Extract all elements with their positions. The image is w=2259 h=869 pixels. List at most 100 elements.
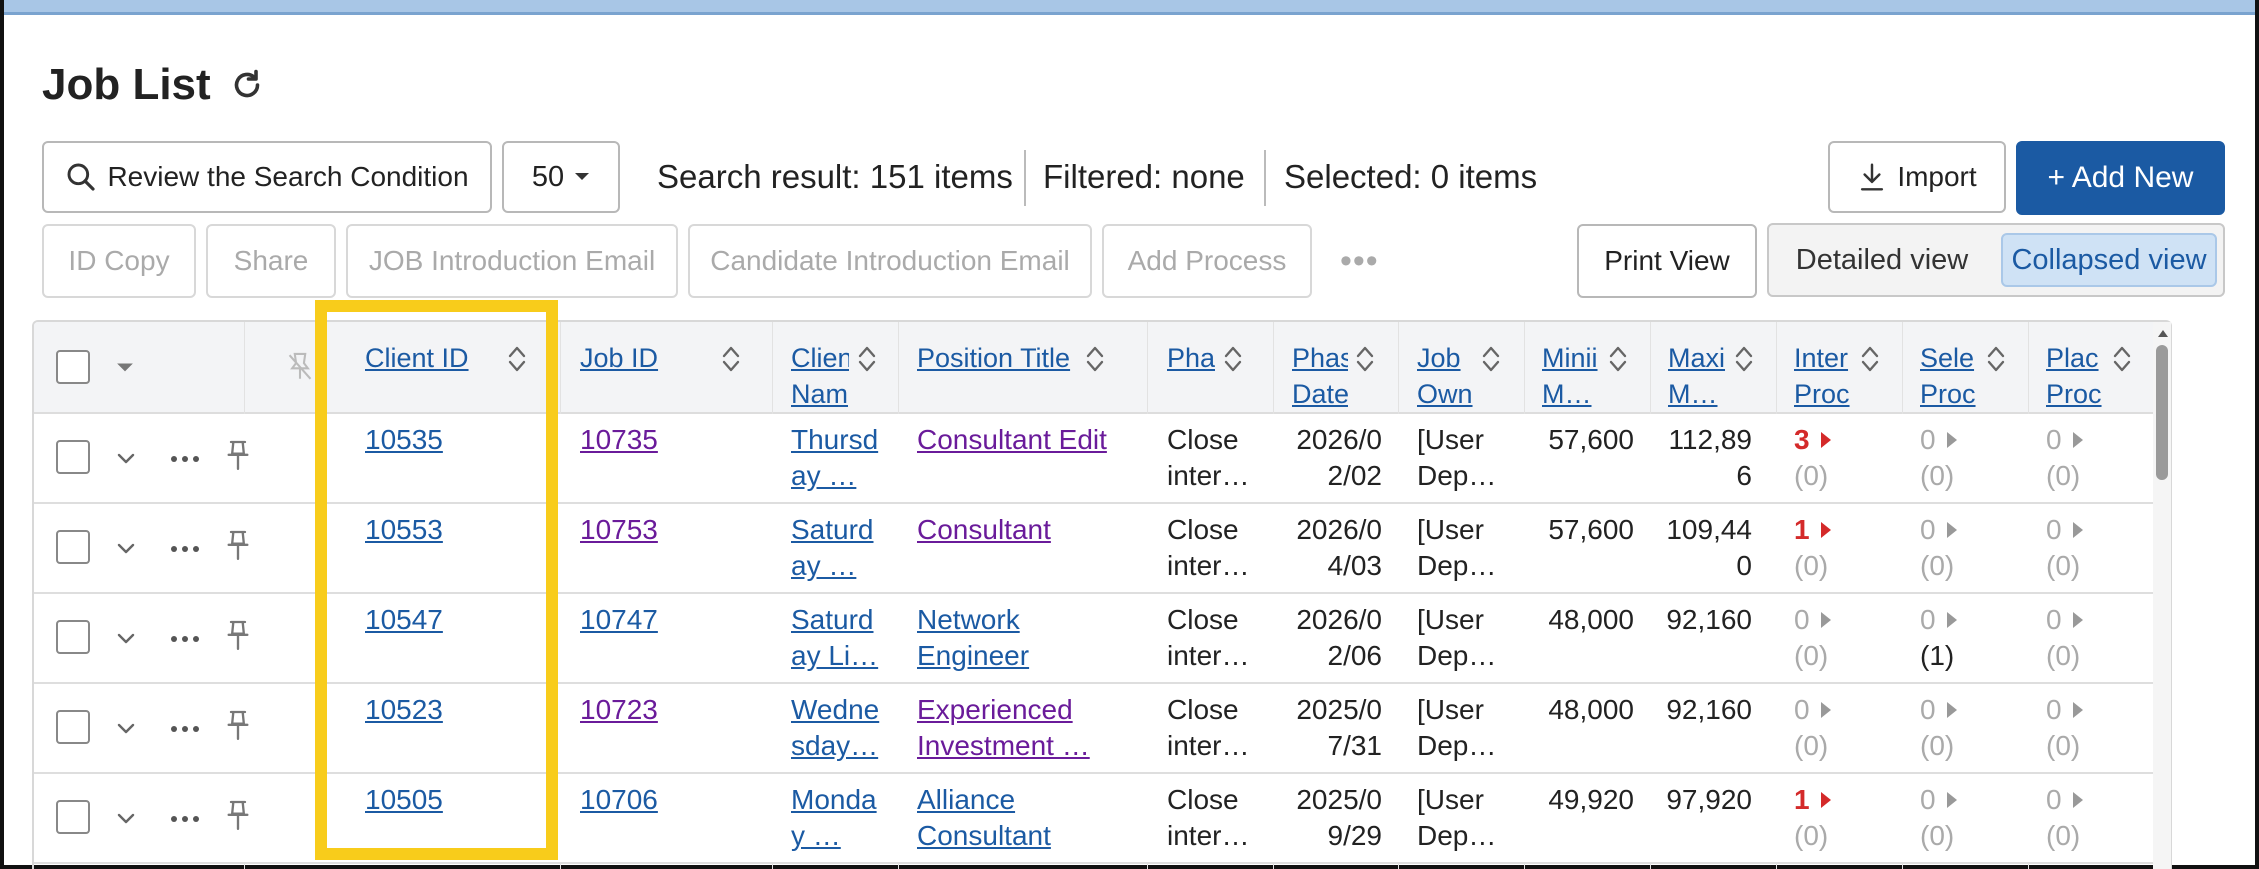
client-id-link[interactable]: 10553 — [365, 512, 485, 548]
job-id-link[interactable]: 10753 — [580, 512, 700, 548]
column-header-max[interactable]: Maxi M… — [1668, 340, 1726, 412]
placement-process[interactable]: 0 (0) — [2046, 422, 2126, 494]
add-process-button[interactable]: Add Process — [1102, 224, 1312, 298]
candidate-introduction-email-button[interactable]: Candidate Introduction Email — [688, 224, 1092, 298]
position-title-link[interactable]: Alliance — [917, 782, 1137, 818]
job-id-link[interactable]: 10747 — [580, 602, 700, 638]
column-header-job-owner[interactable]: Job Own — [1417, 340, 1473, 412]
review-search-condition-button[interactable]: Review the Search Condition — [42, 141, 492, 213]
row-menu-icon[interactable] — [170, 814, 200, 824]
pin-icon[interactable] — [224, 798, 252, 834]
sort-icon[interactable] — [1222, 342, 1244, 376]
scrollbar-thumb[interactable] — [2156, 345, 2168, 480]
row-checkbox[interactable] — [56, 440, 90, 474]
column-header-interview[interactable]: Inter Proc — [1794, 340, 1852, 412]
row-checkbox[interactable] — [56, 620, 90, 654]
import-button[interactable]: Import — [1828, 141, 2006, 213]
client-name-link[interactable]: Monda — [791, 782, 881, 818]
table-row[interactable]: 10535 10735 Thursd ay … Consultant Edit Close… — [34, 414, 2156, 504]
interview-process[interactable]: 0 (0) — [1794, 692, 1874, 764]
sort-icon[interactable] — [1607, 342, 1629, 376]
column-header-position-title[interactable]: Position Title — [917, 340, 1107, 376]
selection-process[interactable]: 0 (0) — [1920, 422, 2000, 494]
column-header-client-id[interactable]: Client ID — [365, 340, 475, 376]
row-menu-icon[interactable] — [170, 454, 200, 464]
sort-icon[interactable] — [720, 342, 742, 376]
client-id-link[interactable]: 10535 — [365, 422, 485, 458]
interview-process[interactable]: 0 (0) — [1794, 602, 1874, 674]
sort-icon[interactable] — [1985, 342, 2007, 376]
client-name-link[interactable]: Saturd — [791, 512, 881, 548]
sort-icon[interactable] — [1084, 342, 1106, 376]
expand-chevron-icon[interactable] — [116, 722, 136, 736]
position-title-link[interactable]: Network — [917, 602, 1137, 638]
sort-icon[interactable] — [1859, 342, 1881, 376]
id-copy-button[interactable]: ID Copy — [42, 224, 196, 298]
position-title-link[interactable]: Consultant Edit — [917, 422, 1137, 458]
expand-chevron-icon[interactable] — [116, 812, 136, 826]
selection-process[interactable]: 0 (0) — [1920, 782, 2000, 854]
sort-icon[interactable] — [1354, 342, 1376, 376]
row-menu-icon[interactable] — [170, 724, 200, 734]
position-title-link[interactable]: Experienced — [917, 692, 1137, 728]
unpin-icon[interactable] — [284, 350, 316, 384]
table-row[interactable]: 10505 10706 Monda y … Alliance Consultant Clo… — [34, 774, 2156, 864]
add-new-button[interactable]: + Add New — [2016, 141, 2225, 215]
select-all-checkbox[interactable] — [56, 350, 90, 384]
expand-chevron-icon[interactable] — [116, 542, 136, 556]
selection-process[interactable]: 0 (0) — [1920, 512, 2000, 584]
column-header-selection[interactable]: Sele Proc — [1920, 340, 1978, 412]
client-id-link[interactable]: 10523 — [365, 692, 485, 728]
column-header-job-id[interactable]: Job ID — [580, 340, 690, 376]
pin-icon[interactable] — [224, 618, 252, 654]
column-header-placement[interactable]: Plac Proc — [2046, 340, 2104, 412]
position-title-link[interactable]: Consultant — [917, 818, 1137, 854]
interview-process[interactable]: 1 (0) — [1794, 782, 1874, 854]
row-menu-icon[interactable] — [170, 634, 200, 644]
expand-chevron-icon[interactable] — [116, 452, 136, 466]
placement-process[interactable]: 0 (0) — [2046, 782, 2126, 854]
table-row[interactable]: 10523 10723 Wedne sday… Experienced Investme… — [34, 684, 2156, 774]
more-actions-icon[interactable]: ••• — [1340, 242, 1379, 281]
chevron-down-icon[interactable] — [116, 362, 134, 374]
column-header-phase-date[interactable]: Phas Date — [1292, 340, 1348, 412]
selection-process[interactable]: 0 (1) — [1920, 602, 2000, 674]
sort-icon[interactable] — [856, 342, 878, 376]
pin-icon[interactable] — [224, 528, 252, 564]
client-name-link[interactable]: Saturd — [791, 602, 881, 638]
column-header-client-name[interactable]: Clien Nam — [791, 340, 849, 412]
sort-icon[interactable] — [2111, 342, 2133, 376]
column-header-min[interactable]: Minii M… — [1542, 340, 1600, 412]
client-name-link[interactable]: Wedne — [791, 692, 881, 728]
column-header-phase[interactable]: Pha — [1167, 340, 1215, 376]
position-title-link[interactable]: Engineer — [917, 638, 1137, 674]
row-menu-icon[interactable] — [170, 544, 200, 554]
position-title-link[interactable]: Investment … — [917, 728, 1137, 764]
selection-process[interactable]: 0 (0) — [1920, 692, 2000, 764]
client-name-link[interactable]: sday… — [791, 728, 881, 764]
expand-chevron-icon[interactable] — [116, 632, 136, 646]
sort-icon[interactable] — [1733, 342, 1755, 376]
row-checkbox[interactable] — [56, 800, 90, 834]
row-checkbox[interactable] — [56, 530, 90, 564]
scroll-up-icon[interactable] — [2157, 328, 2169, 338]
table-row[interactable]: 10547 10747 Saturd ay Li… Network Engineer Cl… — [34, 594, 2156, 684]
interview-process[interactable]: 3 (0) — [1794, 422, 1874, 494]
refresh-icon[interactable] — [229, 67, 265, 103]
share-button[interactable]: Share — [206, 224, 336, 298]
pin-icon[interactable] — [224, 438, 252, 474]
table-row[interactable]: 10553 10753 Saturd ay … Consultant Close inter… — [34, 504, 2156, 594]
row-checkbox[interactable] — [56, 710, 90, 744]
placement-process[interactable]: 0 (0) — [2046, 692, 2126, 764]
placement-process[interactable]: 0 (0) — [2046, 602, 2126, 674]
collapsed-view-option[interactable]: Collapsed view — [2001, 233, 2217, 287]
client-id-link[interactable]: 10505 — [365, 782, 485, 818]
job-id-link[interactable]: 10735 — [580, 422, 700, 458]
client-id-link[interactable]: 10547 — [365, 602, 485, 638]
client-name-link[interactable]: ay … — [791, 548, 881, 584]
job-id-link[interactable]: 10706 — [580, 782, 700, 818]
pin-icon[interactable] — [224, 708, 252, 744]
print-view-button[interactable]: Print View — [1577, 224, 1757, 298]
client-name-link[interactable]: Thursd — [791, 422, 881, 458]
client-name-link[interactable]: ay Li… — [791, 638, 881, 674]
